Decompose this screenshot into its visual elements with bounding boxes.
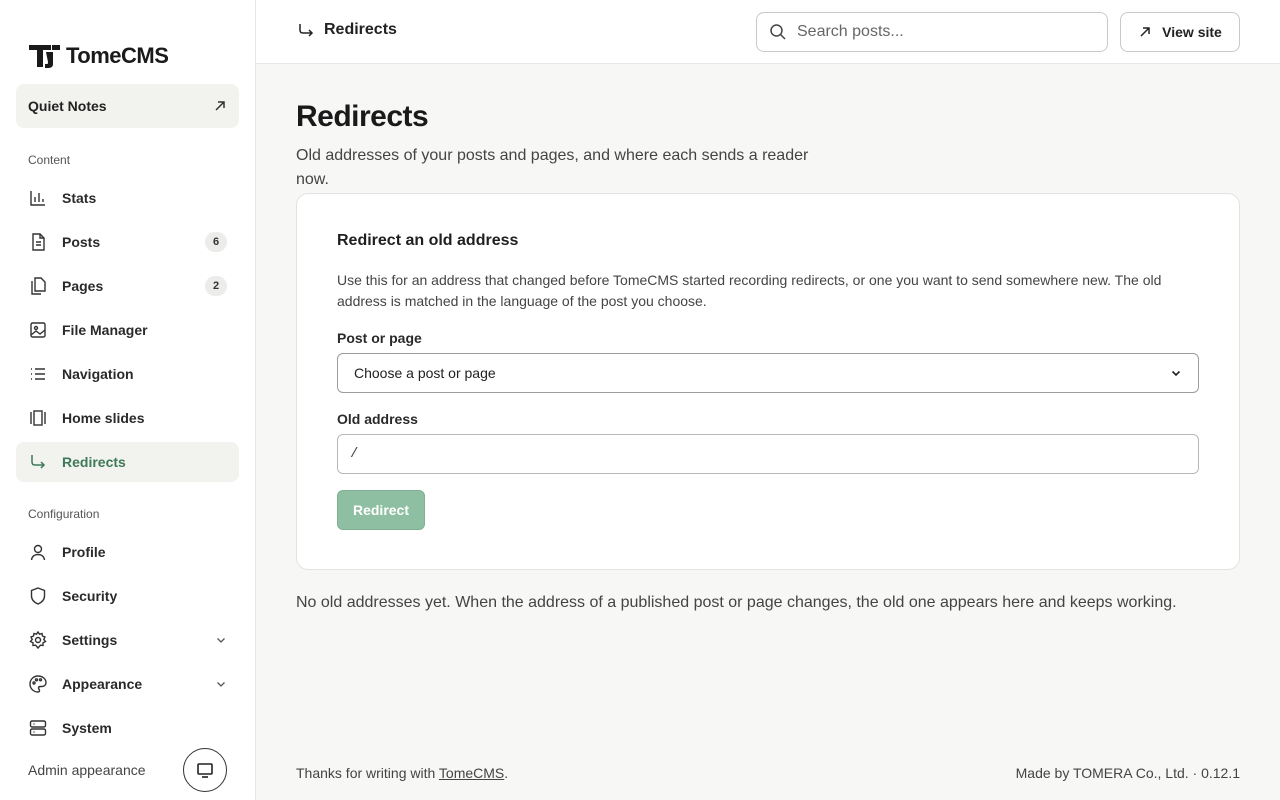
view-site-button[interactable]: View site: [1120, 12, 1240, 52]
chevron-down-icon: [1171, 370, 1181, 377]
sidebar-item-label: Stats: [62, 190, 97, 206]
sidebar-item-label: Profile: [62, 544, 106, 560]
sidebar-item-stats[interactable]: Stats: [16, 178, 239, 218]
redirect-button[interactable]: Redirect: [337, 490, 425, 530]
admin-appearance-label: Admin appearance: [28, 762, 146, 778]
sidebar-item-posts[interactable]: Posts 6: [16, 222, 239, 262]
section-label-content: Content: [28, 153, 71, 167]
sidebar-item-redirects[interactable]: Redirects: [16, 442, 239, 482]
sidebar-item-system[interactable]: System: [16, 708, 239, 748]
form-title: Redirect an old address: [337, 232, 519, 249]
redirect-arrow-icon: [299, 24, 314, 37]
sidebar-item-navigation[interactable]: Navigation: [16, 354, 239, 394]
sidebar-item-label: System: [62, 720, 112, 736]
old-address-label: Old address: [337, 411, 418, 427]
site-switcher[interactable]: Quiet Notes: [16, 84, 239, 128]
sidebar-item-label: Home slides: [62, 410, 145, 426]
external-arrow-icon: [215, 101, 225, 111]
count-badge: 2: [205, 276, 227, 296]
sidebar-item-label: Appearance: [62, 676, 143, 692]
sidebar-item-file-manager[interactable]: File Manager: [16, 310, 239, 350]
section-label-configuration: Configuration: [28, 507, 100, 521]
footer-made-by: Made by TOMERA Co., Ltd. · 0.12.1: [1015, 765, 1240, 781]
sidebar-item-security[interactable]: Security: [16, 576, 239, 616]
breadcrumb-title: Redirects: [324, 21, 397, 38]
sidebar-item-settings[interactable]: Settings: [16, 620, 239, 660]
post-select-label: Post or page: [337, 330, 422, 346]
external-arrow-icon: [1140, 27, 1150, 37]
post-select[interactable]: Choose a post or page: [337, 353, 1199, 393]
post-select-value: Choose a post or page: [354, 365, 496, 381]
sidebar-item-label: File Manager: [62, 322, 148, 338]
sidebar-item-profile[interactable]: Profile: [16, 532, 239, 572]
shield-icon: [30, 587, 46, 605]
palette-icon: [29, 675, 47, 693]
page-description: Old addresses of your posts and pages, a…: [296, 147, 809, 188]
sidebar-item-pages[interactable]: Pages 2: [16, 266, 239, 306]
slides-icon: [30, 410, 46, 426]
user-icon: [30, 544, 46, 561]
breadcrumb: Redirects: [296, 20, 397, 40]
admin-theme-toggle-button[interactable]: [183, 748, 227, 792]
old-address-field[interactable]: [337, 434, 1199, 474]
search-icon: [770, 24, 786, 40]
chevron-down-icon: [217, 638, 225, 643]
sidebar-item-label: Security: [62, 588, 118, 604]
sidebar-item-appearance[interactable]: Appearance: [16, 664, 239, 704]
logo[interactable]: TomeCMS: [28, 42, 169, 70]
sidebar-item-label: Redirects: [62, 454, 126, 470]
document-icon: [32, 233, 45, 251]
sidebar-item-home-slides[interactable]: Home slides: [16, 398, 239, 438]
pages-icon: [31, 277, 46, 295]
topbar: Redirects View site: [256, 0, 1280, 64]
monitor-icon: [197, 763, 213, 778]
site-name: Quiet Notes: [28, 98, 107, 114]
app-name: TomeCMS: [66, 43, 169, 68]
search-input[interactable]: [797, 23, 1095, 41]
redirect-form-card: Redirect an old address Use this for an …: [296, 193, 1240, 570]
old-address-input[interactable]: [350, 446, 1186, 462]
sidebar-item-label: Navigation: [62, 366, 134, 382]
gear-icon: [29, 630, 47, 650]
server-icon: [29, 720, 47, 736]
search-box[interactable]: [756, 12, 1108, 52]
image-icon: [30, 322, 46, 338]
sidebar-item-label: Pages: [62, 278, 104, 294]
view-site-label: View site: [1162, 24, 1222, 40]
bar-chart-icon: [30, 191, 45, 206]
footer-thanks-suffix: .: [504, 765, 509, 781]
tomecms-logo-icon: [29, 45, 60, 68]
tomecms-link[interactable]: TomeCMS: [439, 765, 504, 781]
sidebar: TomeCMS Quiet Notes Content Stats Posts …: [0, 0, 256, 800]
footer-thanks-prefix: Thanks for writing with: [296, 765, 439, 781]
redirect-arrow-icon: [31, 455, 46, 469]
chevron-down-icon: [217, 682, 225, 687]
count-badge: 6: [205, 232, 227, 252]
sidebar-item-label: Posts: [62, 234, 101, 250]
list-icon: [31, 368, 45, 380]
empty-state-note: No old addresses yet. When the address o…: [296, 594, 1177, 611]
page-title: Redirects: [296, 100, 429, 133]
footer-thanks: Thanks for writing with TomeCMS.: [296, 765, 508, 781]
sidebar-item-label: Settings: [62, 632, 118, 648]
form-description: Use this for an address that changed bef…: [337, 272, 1162, 309]
